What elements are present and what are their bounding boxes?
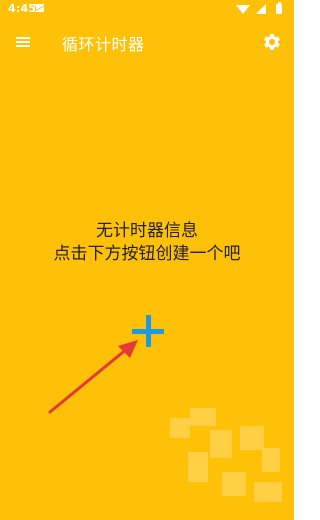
watermark-mosaic	[170, 390, 294, 520]
mail-icon	[34, 4, 44, 12]
app-bar: 循环计时器	[0, 20, 294, 64]
empty-state-line1: 无计时器信息	[96, 221, 198, 241]
empty-state-line2: 点击下方按钮创建一个吧	[53, 244, 241, 264]
battery-icon	[276, 2, 282, 14]
wifi-icon	[236, 5, 250, 14]
gear-icon	[264, 34, 280, 50]
status-time: 4:45	[8, 2, 37, 15]
status-bar: 4:45	[0, 0, 294, 18]
signal-icon	[256, 4, 266, 14]
status-icons	[228, 2, 288, 16]
app-screen: 4:45 循环计时器 无计时器信息 点击下方按钮创建一个吧	[0, 0, 294, 520]
annotation-arrow-icon	[48, 340, 138, 414]
menu-icon	[16, 37, 30, 39]
settings-button[interactable]	[262, 32, 282, 52]
page-title: 循环计时器	[62, 35, 145, 54]
empty-state-message: 无计时器信息 点击下方按钮创建一个吧	[0, 220, 294, 266]
menu-button[interactable]	[14, 33, 34, 51]
